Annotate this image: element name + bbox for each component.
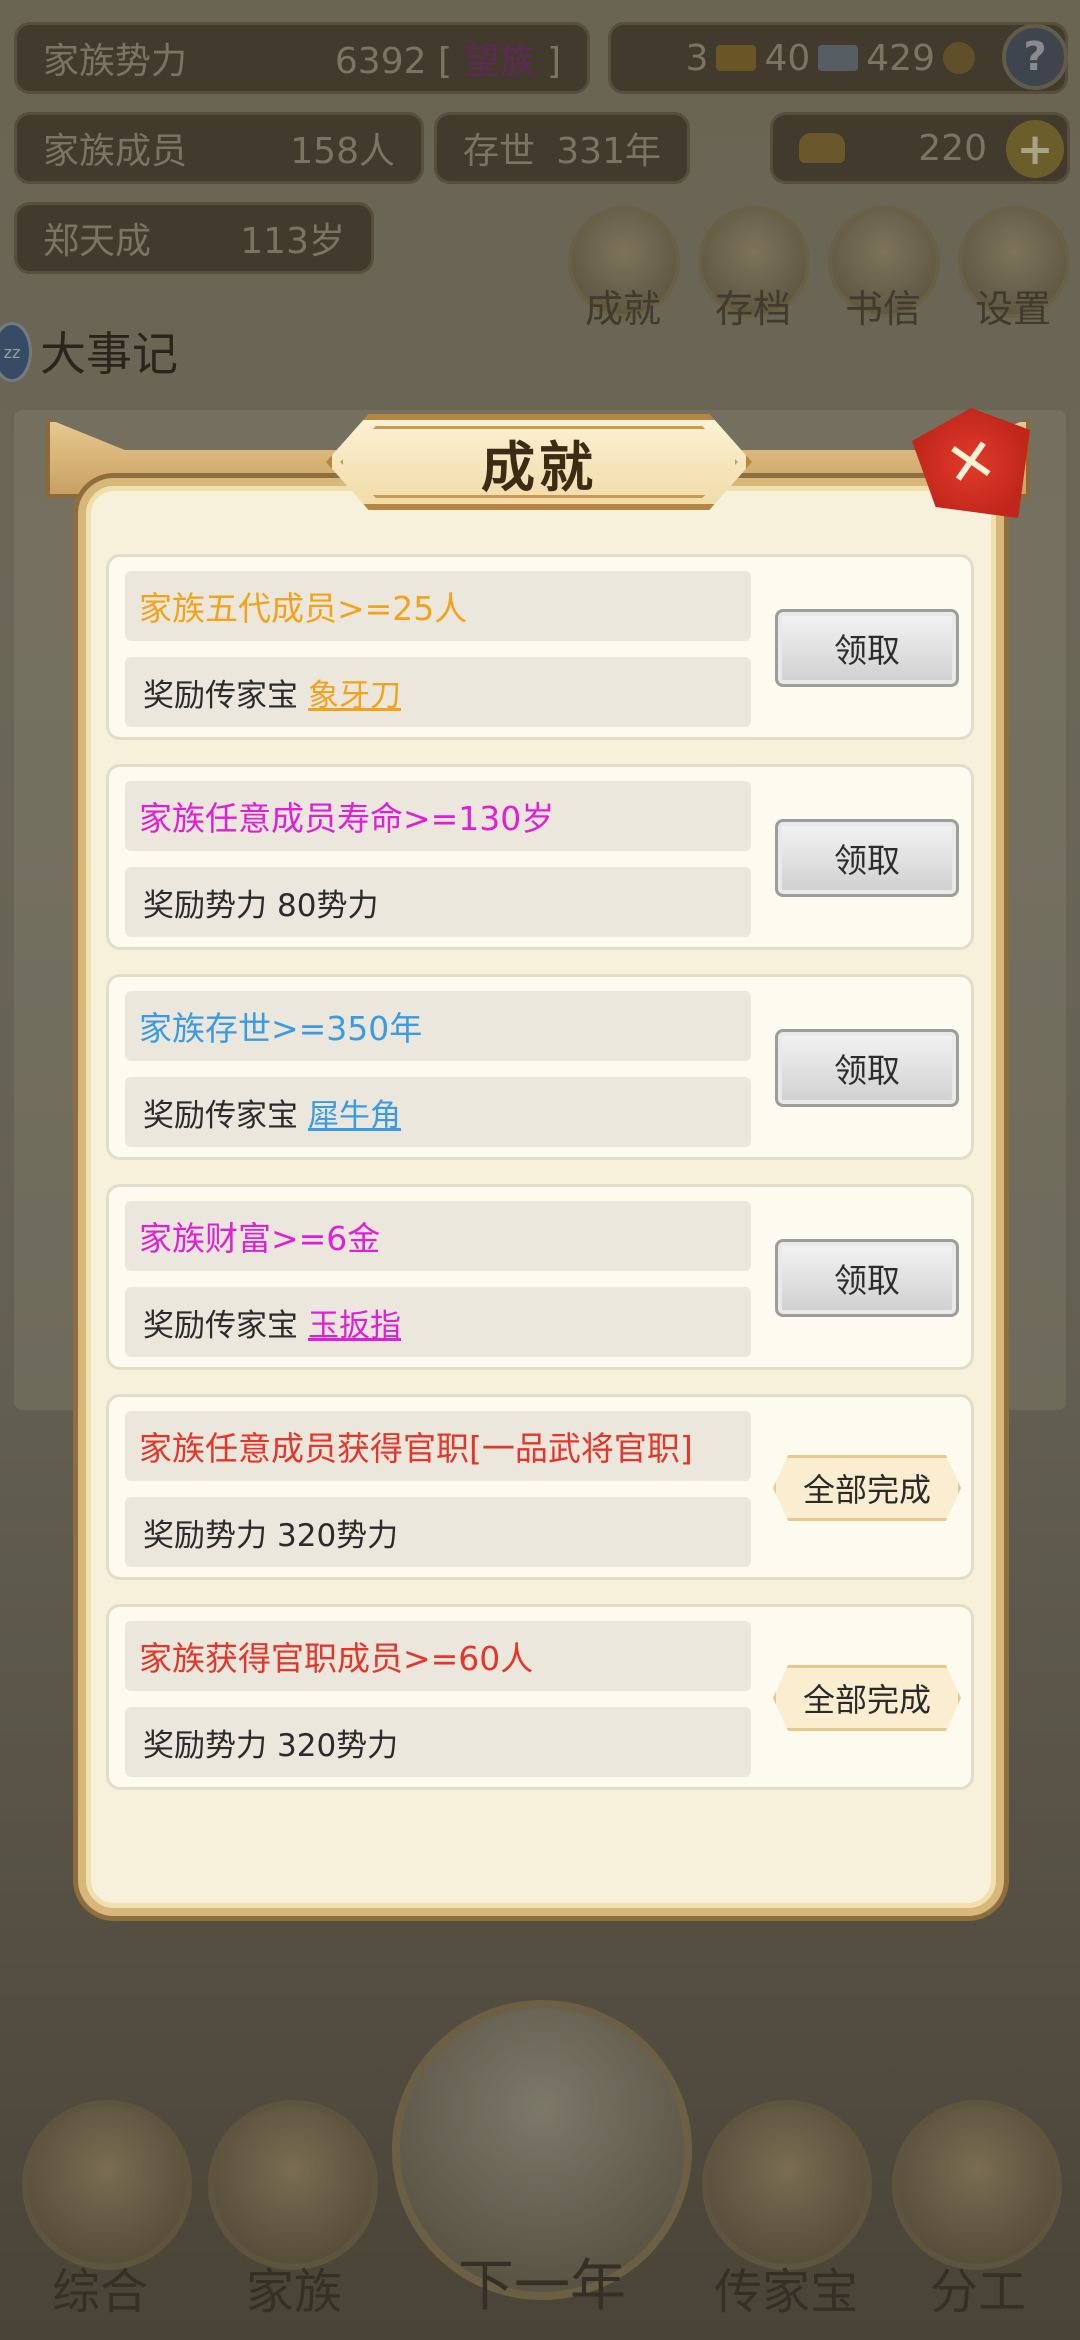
reward-prefix: 奖励势力 — [143, 1517, 267, 1554]
achievement-card: 家族财富>=6金 奖励传家宝 玉扳指 领取 — [106, 1184, 974, 1370]
claim-button[interactable]: 领取 — [775, 1239, 959, 1317]
reward-prefix: 奖励势力 — [143, 887, 267, 924]
reward-item-link[interactable]: 象牙刀 — [308, 670, 401, 715]
claim-button[interactable]: 领取 — [775, 609, 959, 687]
achievement-condition: 家族存世>=350年 — [125, 991, 751, 1061]
reward-item: 320势力 — [277, 1727, 399, 1764]
achievement-condition: 家族任意成员寿命>=130岁 — [125, 781, 751, 851]
achievement-card: 家族存世>=350年 奖励传家宝 犀牛角 领取 — [106, 974, 974, 1160]
achievement-reward: 奖励传家宝 玉扳指 — [125, 1287, 751, 1357]
achievement-condition: 家族五代成员>=25人 — [125, 571, 751, 641]
reward-prefix: 奖励传家宝 — [143, 1307, 298, 1344]
achievement-card: 家族任意成员寿命>=130岁 奖励势力 80势力 领取 — [106, 764, 974, 950]
achievement-condition: 家族获得官职成员>=60人 — [125, 1621, 751, 1691]
achievement-condition: 家族财富>=6金 — [125, 1201, 751, 1271]
dialog-title-border — [340, 426, 738, 498]
reward-prefix: 奖励传家宝 — [143, 1097, 298, 1134]
completed-badge: 全部完成 — [773, 1665, 961, 1731]
close-icon: ✕ — [940, 424, 1002, 502]
achievement-reward: 奖励势力 320势力 — [125, 1707, 751, 1777]
achievement-card: 家族五代成员>=25人 奖励传家宝 象牙刀 领取 — [106, 554, 974, 740]
achievement-reward: 奖励势力 320势力 — [125, 1497, 751, 1567]
achievement-reward: 奖励势力 80势力 — [125, 867, 751, 937]
achievement-card: 家族任意成员获得官职[一品武将官职] 奖励势力 320势力 全部完成 — [106, 1394, 974, 1580]
completed-badge: 全部完成 — [773, 1455, 961, 1521]
reward-item-link[interactable]: 玉扳指 — [308, 1300, 401, 1345]
reward-item: 320势力 — [277, 1517, 399, 1554]
achievement-card: 家族获得官职成员>=60人 奖励势力 320势力 全部完成 — [106, 1604, 974, 1790]
achievement-condition: 家族任意成员获得官职[一品武将官职] — [125, 1411, 751, 1481]
reward-prefix: 奖励传家宝 — [143, 677, 298, 714]
reward-item: 80势力 — [277, 887, 379, 924]
claim-button[interactable]: 领取 — [775, 1029, 959, 1107]
reward-item-link[interactable]: 犀牛角 — [308, 1090, 401, 1135]
reward-prefix: 奖励势力 — [143, 1727, 267, 1764]
achievement-reward: 奖励传家宝 象牙刀 — [125, 657, 751, 727]
achievement-reward: 奖励传家宝 犀牛角 — [125, 1077, 751, 1147]
claim-button[interactable]: 领取 — [775, 819, 959, 897]
